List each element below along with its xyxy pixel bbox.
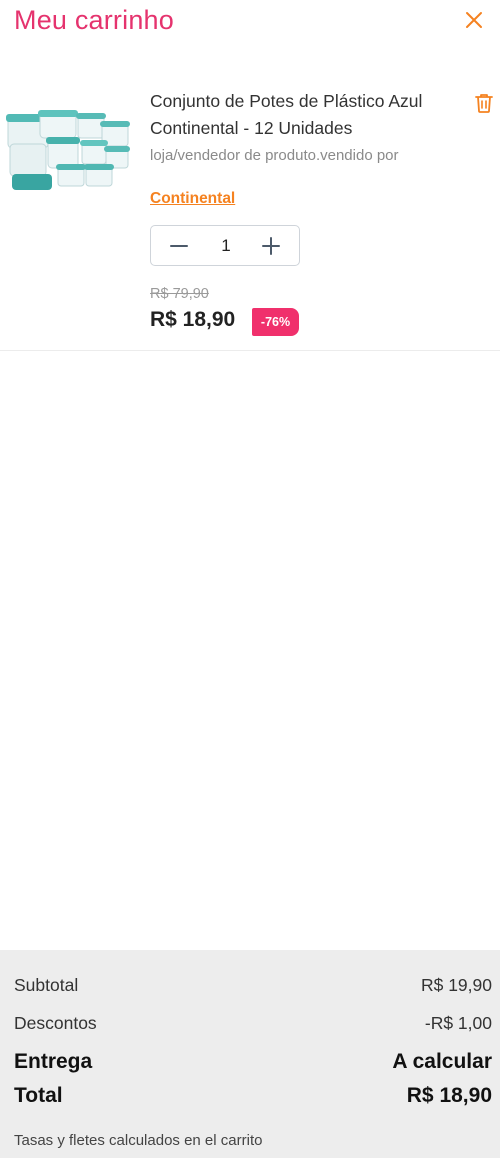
cart-item: Conjunto de Potes de Plástico Azul Conti… [0, 72, 500, 351]
product-name[interactable]: Conjunto de Potes de Plástico Azul Conti… [150, 88, 450, 142]
shipping-label: Entrega [14, 1050, 93, 1073]
quantity-value[interactable]: 1 [201, 226, 251, 265]
close-icon[interactable] [462, 8, 486, 32]
total-value: R$ 18,90 [406, 1084, 492, 1107]
original-price: R$ 79,90 [150, 286, 209, 302]
shipping-note: Tasas y fletes calculados en el carrito [14, 1132, 263, 1149]
seller-link[interactable]: Continental [150, 190, 235, 208]
shipping-value: A calcular [392, 1050, 492, 1073]
order-summary: Subtotal R$ 19,90 Descontos -R$ 1,00 Ent… [0, 950, 500, 1158]
shipping-row: Entrega A calcular [14, 1050, 492, 1074]
minus-icon [170, 244, 188, 247]
plus-icon [262, 236, 280, 255]
discounts-label: Descontos [14, 1013, 97, 1033]
total-row: Total R$ 18,90 [14, 1084, 492, 1108]
cart-header: Meu carrinho [0, 0, 500, 50]
trash-icon[interactable] [474, 92, 494, 114]
subtotal-value: R$ 19,90 [420, 975, 492, 995]
seller-prefix: loja/vendedor de produto.vendido por [150, 147, 399, 164]
product-image[interactable] [2, 110, 132, 270]
decrease-quantity-button[interactable] [157, 226, 201, 265]
increase-quantity-button[interactable] [249, 226, 293, 265]
discounts-row: Descontos -R$ 1,00 [14, 1013, 492, 1034]
page-title: Meu carrinho [14, 5, 174, 35]
total-label: Total [14, 1084, 63, 1107]
quantity-stepper: 1 [150, 225, 300, 266]
subtotal-label: Subtotal [14, 975, 79, 995]
subtotal-row: Subtotal R$ 19,90 [14, 975, 492, 996]
discounts-value: -R$ 1,00 [424, 1013, 492, 1033]
discount-badge: -76% [252, 308, 299, 336]
current-price: R$ 18,90 [150, 308, 236, 331]
